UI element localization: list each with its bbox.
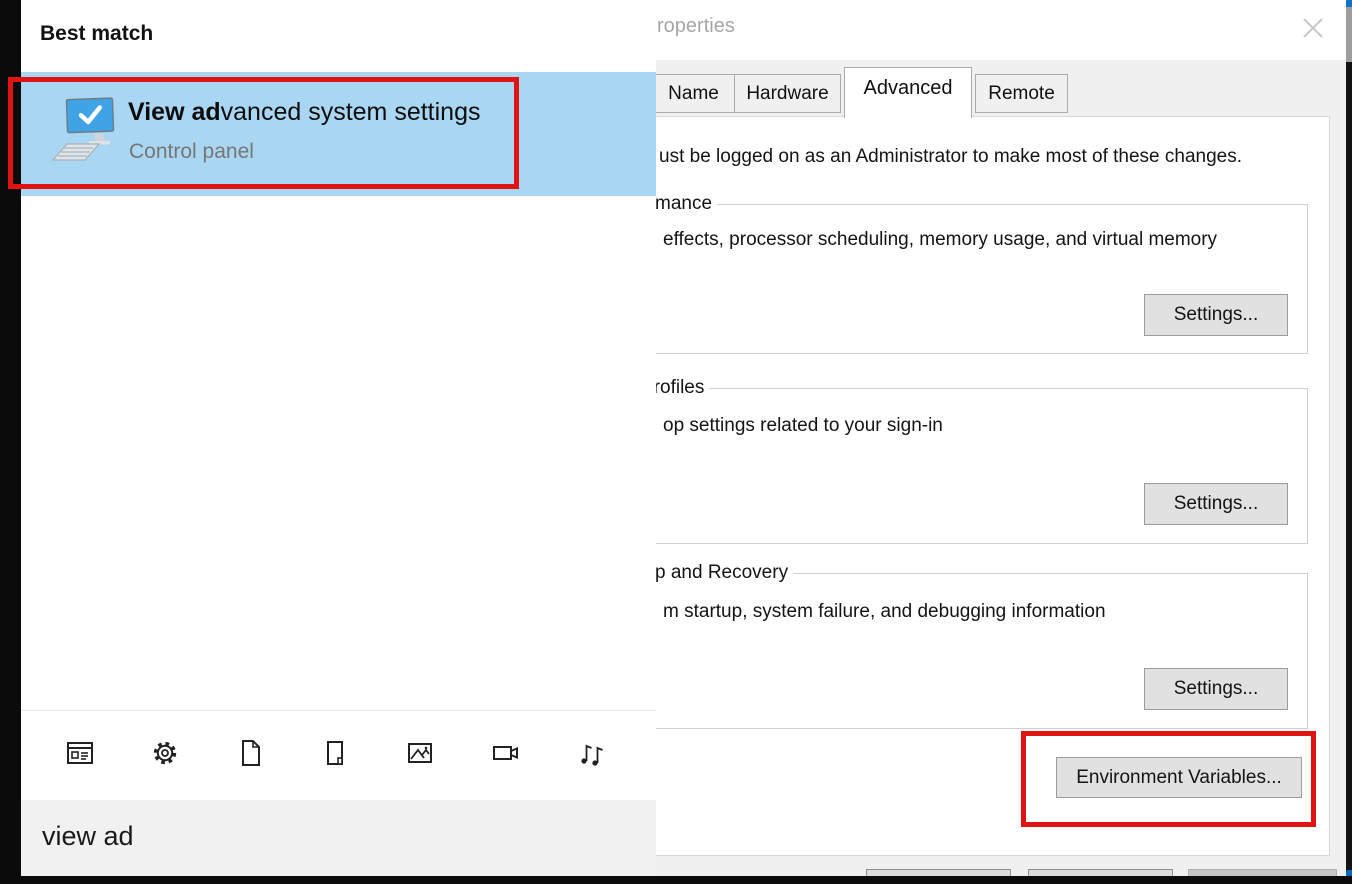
user-profiles-settings-button[interactable]: Settings...: [1144, 483, 1288, 525]
tab-hardware[interactable]: Hardware: [734, 74, 841, 113]
screen-edge-right: [1346, 0, 1352, 884]
screenshot-root: roperties Name Hardware Advanced Remote …: [0, 0, 1352, 884]
tab-advanced[interactable]: Advanced: [844, 67, 972, 118]
user-profiles-group: Profiles op settings related to your sig…: [656, 388, 1308, 544]
startup-recovery-group: p and Recovery m startup, system failure…: [656, 573, 1308, 729]
performance-group-label: mance: [656, 193, 717, 215]
advanced-tab-page: ust be logged on as an Administrator to …: [656, 116, 1330, 856]
startup-recovery-description: m startup, system failure, and debugging…: [663, 601, 1106, 623]
cancel-button-partial[interactable]: [1028, 869, 1173, 876]
startup-recovery-group-label: p and Recovery: [656, 562, 793, 584]
search-input[interactable]: [40, 820, 604, 853]
close-icon[interactable]: [1294, 8, 1332, 48]
best-match-header: Best match: [40, 22, 153, 46]
screen-edge-gray: [1346, 7, 1352, 62]
apps-filter-icon[interactable]: [64, 737, 96, 769]
music-filter-icon[interactable]: [574, 737, 606, 769]
tab-remote[interactable]: Remote: [975, 74, 1068, 113]
search-bar[interactable]: [21, 800, 656, 876]
performance-description: effects, processor scheduling, memory us…: [663, 229, 1217, 251]
photos-filter-icon[interactable]: [404, 737, 436, 769]
videos-filter-icon[interactable]: [489, 737, 521, 769]
screen-edge-bottom: [0, 876, 1352, 884]
panel-divider: [21, 710, 656, 711]
search-filter-row: [21, 737, 656, 769]
user-profiles-group-label: Profiles: [656, 377, 709, 399]
annotation-box-environment-variables: [1021, 731, 1316, 827]
annotation-box-best-match: [8, 77, 519, 189]
tab-computer-name[interactable]: Name: [656, 74, 737, 113]
performance-group: mance effects, processor scheduling, mem…: [656, 204, 1308, 354]
performance-settings-button[interactable]: Settings...: [1144, 294, 1288, 336]
ok-button-partial[interactable]: [866, 869, 1011, 876]
dialog-titlebar[interactable]: roperties: [656, 0, 1346, 60]
documents-filter-icon[interactable]: [234, 737, 266, 769]
admin-note-text: ust be logged on as an Administrator to …: [659, 146, 1242, 168]
screen-edge-accent-top: [1346, 0, 1352, 7]
user-profiles-description: op settings related to your sign-in: [663, 415, 943, 437]
dialog-title: roperties: [657, 15, 735, 38]
apply-button-partial[interactable]: [1188, 869, 1337, 876]
folders-filter-icon[interactable]: [319, 737, 351, 769]
settings-filter-icon[interactable]: [149, 737, 181, 769]
startup-recovery-settings-button[interactable]: Settings...: [1144, 668, 1288, 710]
system-properties-dialog: roperties Name Hardware Advanced Remote …: [656, 0, 1346, 876]
